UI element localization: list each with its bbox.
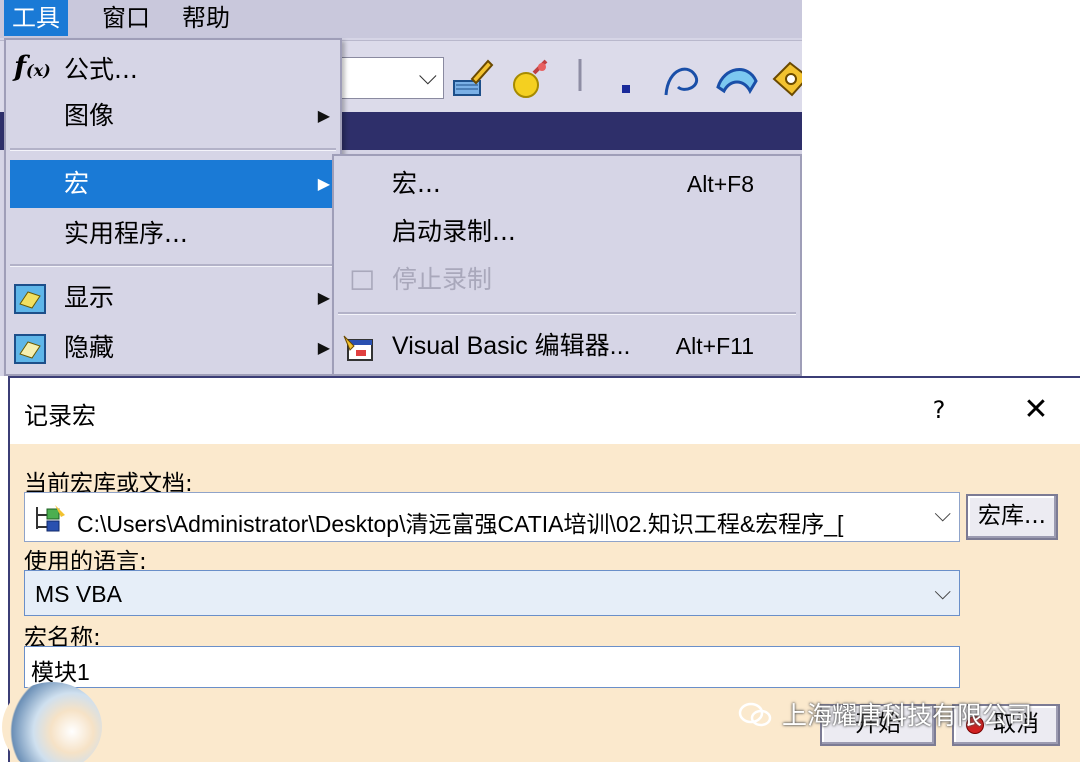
menu-item-label: 隐藏 bbox=[64, 333, 115, 362]
curve-icon[interactable] bbox=[714, 57, 758, 101]
gear-box-icon[interactable] bbox=[770, 57, 802, 101]
menu-separator bbox=[338, 312, 796, 315]
close-button[interactable]: ✕ bbox=[1016, 392, 1056, 428]
menu-item-label: 宏... bbox=[392, 169, 441, 198]
menu-item-label: Visual Basic 编辑器... bbox=[392, 332, 631, 360]
submenu-arrow-icon: ▶ bbox=[317, 288, 330, 307]
sphere-sparkle-icon[interactable] bbox=[508, 57, 552, 101]
catia-window: 工具 窗口 帮助 ⌵ f(x) 公式... 图像 ▶ 宏 ▶ 实用程序... 显… bbox=[0, 0, 802, 376]
menu-item-label: 停止录制 bbox=[392, 265, 493, 294]
macro-name-input[interactable]: 模块1 bbox=[24, 646, 960, 688]
menu-item-label: 公式... bbox=[64, 55, 138, 84]
menu-item-utility[interactable]: 实用程序... bbox=[10, 210, 336, 258]
menu-item-formula[interactable]: f(x) 公式... bbox=[10, 46, 336, 94]
chevron-down-icon[interactable]: ⌵ bbox=[934, 579, 951, 605]
menu-item-macros[interactable]: 宏... Alt+F8 bbox=[338, 160, 796, 208]
macro-library-button[interactable]: 宏库... bbox=[966, 494, 1058, 540]
menu-item-vb-editor[interactable]: Visual Basic 编辑器... Alt+F11 bbox=[338, 322, 796, 370]
library-path: C:\Users\Administrator\Desktop\清远富强CATIA… bbox=[77, 511, 844, 537]
submenu-arrow-icon: ▶ bbox=[317, 174, 330, 193]
macro-submenu: 宏... Alt+F8 启动录制... 停止录制 Visual Basic 编辑… bbox=[332, 154, 802, 376]
language-value: MS VBA bbox=[35, 581, 122, 607]
menu-window[interactable]: 窗口 bbox=[94, 0, 158, 36]
catia-logo-globe bbox=[2, 682, 102, 762]
chevron-down-icon[interactable]: ⌵ bbox=[928, 501, 951, 527]
menu-item-shortcut: Alt+F11 bbox=[675, 333, 754, 359]
toolbar-separator bbox=[578, 59, 582, 91]
tools-menu: f(x) 公式... 图像 ▶ 宏 ▶ 实用程序... 显示 ▶ 隐藏 ▶ bbox=[4, 38, 342, 376]
menu-item-start-recording[interactable]: 启动录制... bbox=[338, 208, 796, 256]
document-tree-icon bbox=[36, 505, 65, 532]
menu-tools[interactable]: 工具 bbox=[4, 0, 68, 36]
menu-bar: 工具 窗口 帮助 bbox=[0, 0, 802, 38]
chevron-down-icon[interactable]: ⌵ bbox=[419, 62, 437, 90]
watermark-text: 上海耀唐科技有限公司 bbox=[782, 701, 1033, 730]
library-select[interactable]: C:\Users\Administrator\Desktop\清远富强CATIA… bbox=[24, 492, 960, 542]
stop-box-icon bbox=[351, 270, 373, 290]
help-button[interactable]: ? bbox=[924, 392, 954, 428]
language-select[interactable]: MS VBA ⌵ bbox=[24, 570, 960, 616]
wechat-icon bbox=[738, 702, 772, 728]
submenu-arrow-icon: ▶ bbox=[317, 338, 330, 357]
formula-icon: f(x) bbox=[14, 50, 51, 83]
menu-item-label: 显示 bbox=[64, 283, 115, 312]
menu-separator bbox=[10, 264, 336, 267]
show-icon bbox=[14, 284, 46, 314]
menu-item-macro[interactable]: 宏 ▶ bbox=[10, 160, 336, 208]
menu-item-label: 图像 bbox=[64, 101, 115, 130]
spline-icon[interactable] bbox=[660, 57, 704, 101]
menu-item-label: 实用程序... bbox=[64, 219, 188, 248]
menu-item-image[interactable]: 图像 ▶ bbox=[10, 92, 336, 140]
menu-item-label: 启动录制... bbox=[392, 217, 516, 246]
submenu-arrow-icon: ▶ bbox=[317, 106, 330, 125]
menu-item-label: 宏 bbox=[64, 169, 90, 198]
dialog-title: 记录宏 bbox=[24, 402, 96, 430]
dialog-title-bar: 记录宏 ? ✕ bbox=[10, 378, 1080, 444]
menu-item-shortcut: Alt+F8 bbox=[686, 171, 754, 197]
brush-tool-icon[interactable] bbox=[450, 57, 494, 101]
vb-editor-icon bbox=[343, 335, 373, 361]
hide-icon bbox=[14, 334, 46, 364]
record-macro-dialog: 记录宏 ? ✕ 当前宏库或文档: C:\Users\Administrator\… bbox=[2, 376, 1080, 762]
menu-help[interactable]: 帮助 bbox=[174, 0, 238, 36]
point-icon[interactable] bbox=[604, 57, 648, 101]
menu-item-stop-recording: 停止录制 bbox=[338, 256, 796, 304]
menu-separator bbox=[10, 148, 336, 151]
menu-item-show[interactable]: 显示 ▶ bbox=[10, 274, 336, 322]
watermark: 上海耀唐科技有限公司 bbox=[738, 696, 1032, 732]
menu-item-hide[interactable]: 隐藏 ▶ bbox=[10, 324, 336, 372]
